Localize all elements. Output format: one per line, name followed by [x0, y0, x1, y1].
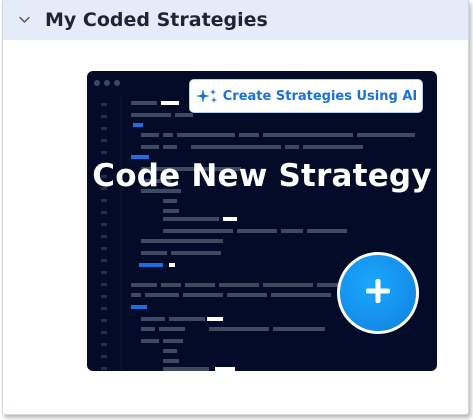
card-title: Code New Strategy	[92, 158, 432, 194]
code-new-strategy-card[interactable]: Create Strategies Using AI Code New Stra…	[87, 71, 437, 371]
add-strategy-button[interactable]	[337, 252, 419, 334]
section-title: My Coded Strategies	[45, 8, 268, 31]
chevron-down-icon[interactable]	[19, 15, 30, 26]
plus-icon	[364, 277, 392, 309]
sparkles-icon	[195, 88, 219, 104]
coded-strategies-panel: My Coded Strategies Create Strategies Us…	[2, 0, 469, 415]
section-header[interactable]: My Coded Strategies	[3, 0, 468, 40]
create-with-ai-label: Create Strategies Using AI	[222, 88, 418, 104]
create-with-ai-button[interactable]: Create Strategies Using AI	[189, 79, 423, 113]
